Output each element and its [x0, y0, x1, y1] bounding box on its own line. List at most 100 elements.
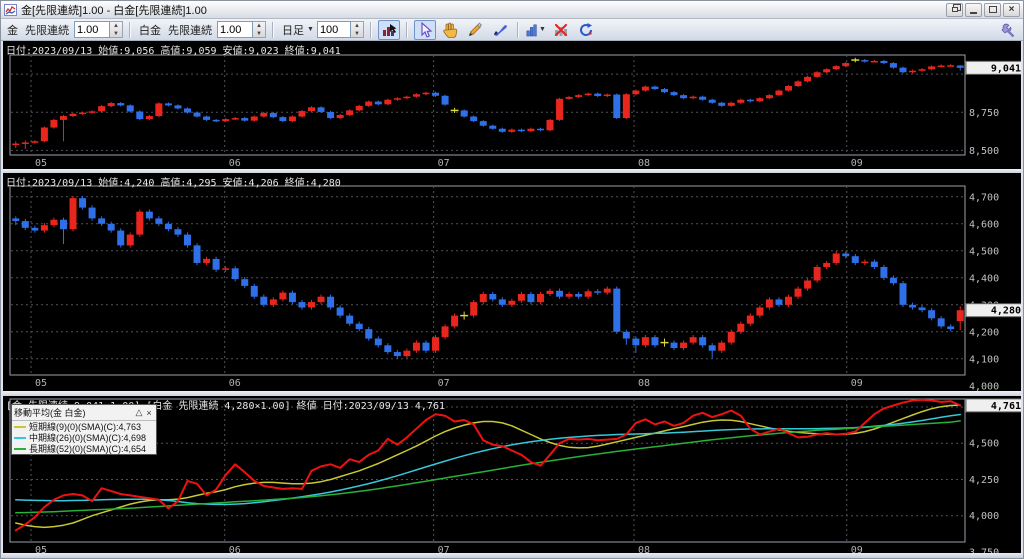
window-bottom-edge	[1, 553, 1023, 558]
svg-text:05: 05	[35, 378, 47, 389]
pencil-tool-button[interactable]	[464, 20, 486, 40]
pan-hand-tool-button[interactable]	[439, 20, 461, 40]
minimize-icon	[970, 11, 977, 14]
chart-area: 日付:2023/09/13 始値:9,056 高値:9,059 安値:9,023…	[3, 41, 1021, 553]
minimize-button[interactable]	[965, 2, 982, 17]
svg-text:05: 05	[35, 158, 47, 169]
platinum-series-label: 先限連続	[168, 24, 212, 37]
app-chart-icon	[4, 3, 17, 16]
svg-text:4,500: 4,500	[969, 439, 999, 450]
chevron-down-icon: ▼	[539, 26, 546, 33]
chart-type-button[interactable]: ▼	[525, 20, 547, 40]
select-tool-button[interactable]	[413, 19, 436, 40]
period-input[interactable]	[316, 21, 351, 38]
stepper-down-icon[interactable]: ▼	[351, 30, 363, 38]
svg-text:4,600: 4,600	[969, 219, 999, 230]
stepper-down-icon[interactable]: ▼	[110, 30, 122, 38]
maximize-icon	[988, 6, 997, 13]
svg-text:06: 06	[229, 545, 241, 553]
stepper-up-icon[interactable]: ▲	[253, 22, 265, 30]
bar-chart-icon	[526, 24, 537, 36]
chart-window: 金[先限連続]1.00 - 白金[先限連続]1.00 × 金 先限連続 ▲▼ 白…	[0, 0, 1024, 559]
gold-series-label: 先限連続	[25, 24, 69, 37]
platinum-candlestick-chart[interactable]: 05060708094,7004,6004,5004,4004,3004,200…	[3, 173, 1021, 391]
platinum-multiplier-input[interactable]	[217, 21, 253, 38]
legend-close-button[interactable]: ×	[144, 408, 154, 418]
toolbar-separator	[369, 21, 372, 38]
window-title: 金[先限連続]1.00 - 白金[先限連続]1.00	[21, 4, 207, 17]
platinum-ohlc-readout: 日付:2023/09/13 始値:4,240 高値:4,295 安値:4,206…	[6, 178, 341, 189]
gold-ohlc-readout: 日付:2023/09/13 始値:9,056 高値:9,059 安値:9,023…	[6, 46, 341, 57]
stepper-up-icon[interactable]: ▲	[110, 22, 122, 30]
float-icon	[951, 7, 958, 12]
svg-text:4,000: 4,000	[969, 381, 999, 391]
svg-text:4,761: 4,761	[991, 401, 1021, 412]
platinum-multiplier-stepper[interactable]: ▲ ▼	[253, 21, 266, 38]
legend-collapse-button[interactable]: △	[134, 407, 144, 418]
toolbar-separator	[129, 21, 131, 38]
svg-text:09: 09	[851, 158, 863, 169]
toolbar-separator	[405, 21, 408, 38]
platinum-chart-panel: 日付:2023/09/13 始値:4,240 高値:4,295 安値:4,206…	[3, 173, 1021, 391]
gold-multiplier-input[interactable]	[74, 21, 110, 38]
svg-text:4,700: 4,700	[969, 192, 999, 203]
svg-text:06: 06	[229, 378, 241, 389]
moving-average-legend: 移動平均(金 白金) △ × 短期線(9)(0)(SMA)(C):4,763 中…	[11, 404, 157, 455]
svg-text:06: 06	[229, 158, 241, 169]
gold-symbol-label: 金	[7, 24, 18, 37]
toolbar-separator	[272, 21, 274, 38]
settings-wrench-button[interactable]	[997, 20, 1019, 40]
svg-text:07: 07	[438, 378, 450, 389]
svg-text:07: 07	[438, 545, 450, 553]
pencil-icon	[468, 22, 482, 36]
long-ma-swatch	[14, 447, 26, 450]
svg-text:4,280: 4,280	[991, 306, 1021, 317]
svg-text:4,250: 4,250	[969, 475, 999, 486]
period-stepper[interactable]: ▲ ▼	[350, 21, 364, 38]
svg-text:3,750: 3,750	[969, 548, 999, 553]
title-bar: 金[先限連続]1.00 - 白金[先限連続]1.00 ×	[1, 1, 1023, 19]
delete-chart-icon	[554, 23, 568, 36]
float-window-button[interactable]	[946, 2, 963, 17]
gold-multiplier-stepper[interactable]: ▲ ▼	[110, 21, 123, 38]
svg-text:08: 08	[638, 158, 650, 169]
legend-row-long-ma: 長期線(52)(0)(SMA)(C):4,654	[12, 443, 156, 454]
stepper-down-icon[interactable]: ▼	[253, 30, 265, 38]
svg-text:09: 09	[851, 545, 863, 553]
chevron-down-icon: ▼	[307, 26, 314, 33]
timeframe-label: 日足	[282, 24, 304, 37]
toolbar-separator	[516, 21, 519, 38]
svg-text:4,500: 4,500	[969, 246, 999, 257]
mid-ma-swatch	[14, 436, 26, 439]
platinum-symbol-label: 白金	[139, 24, 161, 37]
short-ma-swatch	[14, 425, 26, 428]
close-button[interactable]: ×	[1003, 2, 1020, 17]
svg-text:09: 09	[851, 378, 863, 389]
gold-candlestick-chart[interactable]: 05 06 07 08 09 8,750 8,500 9,041	[3, 41, 1021, 169]
timeframe-dropdown[interactable]: 日足 ▼	[280, 22, 314, 38]
hand-icon	[443, 22, 458, 38]
svg-text:4,400: 4,400	[969, 273, 999, 284]
svg-text:4,100: 4,100	[969, 354, 999, 365]
cursor-arrow-icon	[421, 21, 433, 38]
crosshair-chart-icon	[382, 23, 397, 36]
brush-tool-button[interactable]	[489, 20, 511, 40]
gold-chart-panel: 日付:2023/09/13 始値:9,056 高値:9,059 安値:9,023…	[3, 41, 1021, 169]
brush-icon	[493, 24, 507, 36]
legend-title: 移動平均(金 白金)	[14, 408, 86, 418]
svg-text:8,500: 8,500	[969, 146, 999, 157]
refresh-button[interactable]	[575, 20, 597, 40]
svg-text:8,750: 8,750	[969, 108, 999, 119]
clear-indicators-button[interactable]	[550, 20, 572, 40]
crosshair-tool-button[interactable]	[377, 19, 400, 40]
svg-text:07: 07	[438, 158, 450, 169]
stepper-up-icon[interactable]: ▲	[351, 22, 363, 30]
svg-text:4,000: 4,000	[969, 511, 999, 522]
svg-text:08: 08	[638, 378, 650, 389]
svg-text:05: 05	[35, 545, 47, 553]
maximize-button[interactable]	[984, 2, 1001, 17]
svg-text:9,041: 9,041	[991, 63, 1021, 74]
refresh-icon	[579, 22, 592, 36]
wrench-icon	[1001, 23, 1015, 37]
spread-chart-panel: [金 先限連続 9,041×1.00]-[白金 先限連続 4,280×1.00]…	[3, 396, 1021, 553]
